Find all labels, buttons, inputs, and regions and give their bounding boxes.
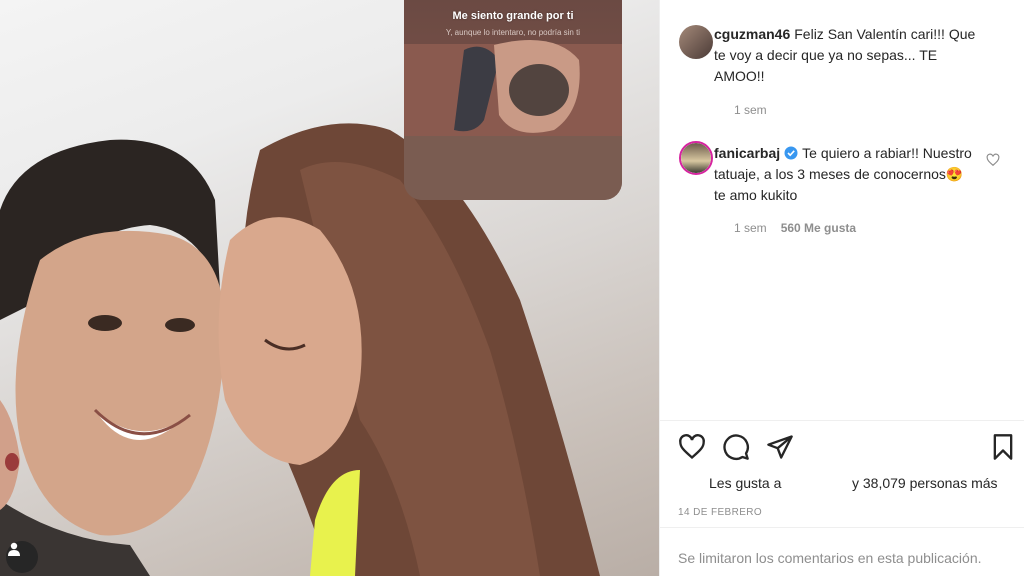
comment-meta: 1 sem	[734, 103, 767, 117]
post-photo[interactable]: Me siento grande por ti Y, aunque lo int…	[0, 0, 659, 576]
likes-prefix[interactable]: Les gusta a	[709, 475, 781, 491]
avatar[interactable]	[679, 25, 713, 59]
heart-icon[interactable]	[678, 433, 706, 461]
comment-icon[interactable]	[722, 433, 750, 461]
comments-panel: cguzman46 Feliz San Valentín cari!!! Que …	[659, 0, 1024, 576]
post-date[interactable]: 14 DE FEBRERO	[678, 507, 762, 518]
comments-closed-text: Se limitaron los comentarios en esta pub…	[678, 550, 982, 566]
comment-text: cguzman46 Feliz San Valentín cari!!! Que …	[714, 24, 976, 87]
avatar[interactable]	[679, 141, 713, 175]
comment-text: fanicarbaj Te quiero a rabiar!! Nuestro t…	[714, 143, 976, 206]
heart-icon[interactable]	[986, 153, 1000, 167]
comments-closed-notice: Se limitaron los comentarios en esta pub…	[660, 527, 1024, 577]
tagged-user-button[interactable]	[6, 541, 38, 573]
comment-meta: 1 sem 560 Me gusta	[734, 221, 856, 235]
verified-icon	[784, 146, 798, 160]
action-bar: Les gusta a y 38,079 personas más 14 DE …	[660, 420, 1024, 518]
comment-time[interactable]: 1 sem	[734, 221, 767, 235]
comment-username[interactable]: fanicarbaj	[714, 145, 780, 161]
bookmark-icon[interactable]	[989, 433, 1017, 461]
comment-time[interactable]: 1 sem	[734, 103, 767, 117]
story-preview[interactable]: Me siento grande por ti Y, aunque lo int…	[404, 0, 622, 200]
share-icon[interactable]	[766, 433, 794, 461]
tattoo-leg-image	[404, 40, 622, 200]
likes-count[interactable]: y 38,079 personas más	[852, 475, 998, 491]
comment-username[interactable]: cguzman46	[714, 26, 790, 42]
user-icon	[8, 542, 20, 556]
comment-likes[interactable]: 560 Me gusta	[781, 221, 856, 235]
